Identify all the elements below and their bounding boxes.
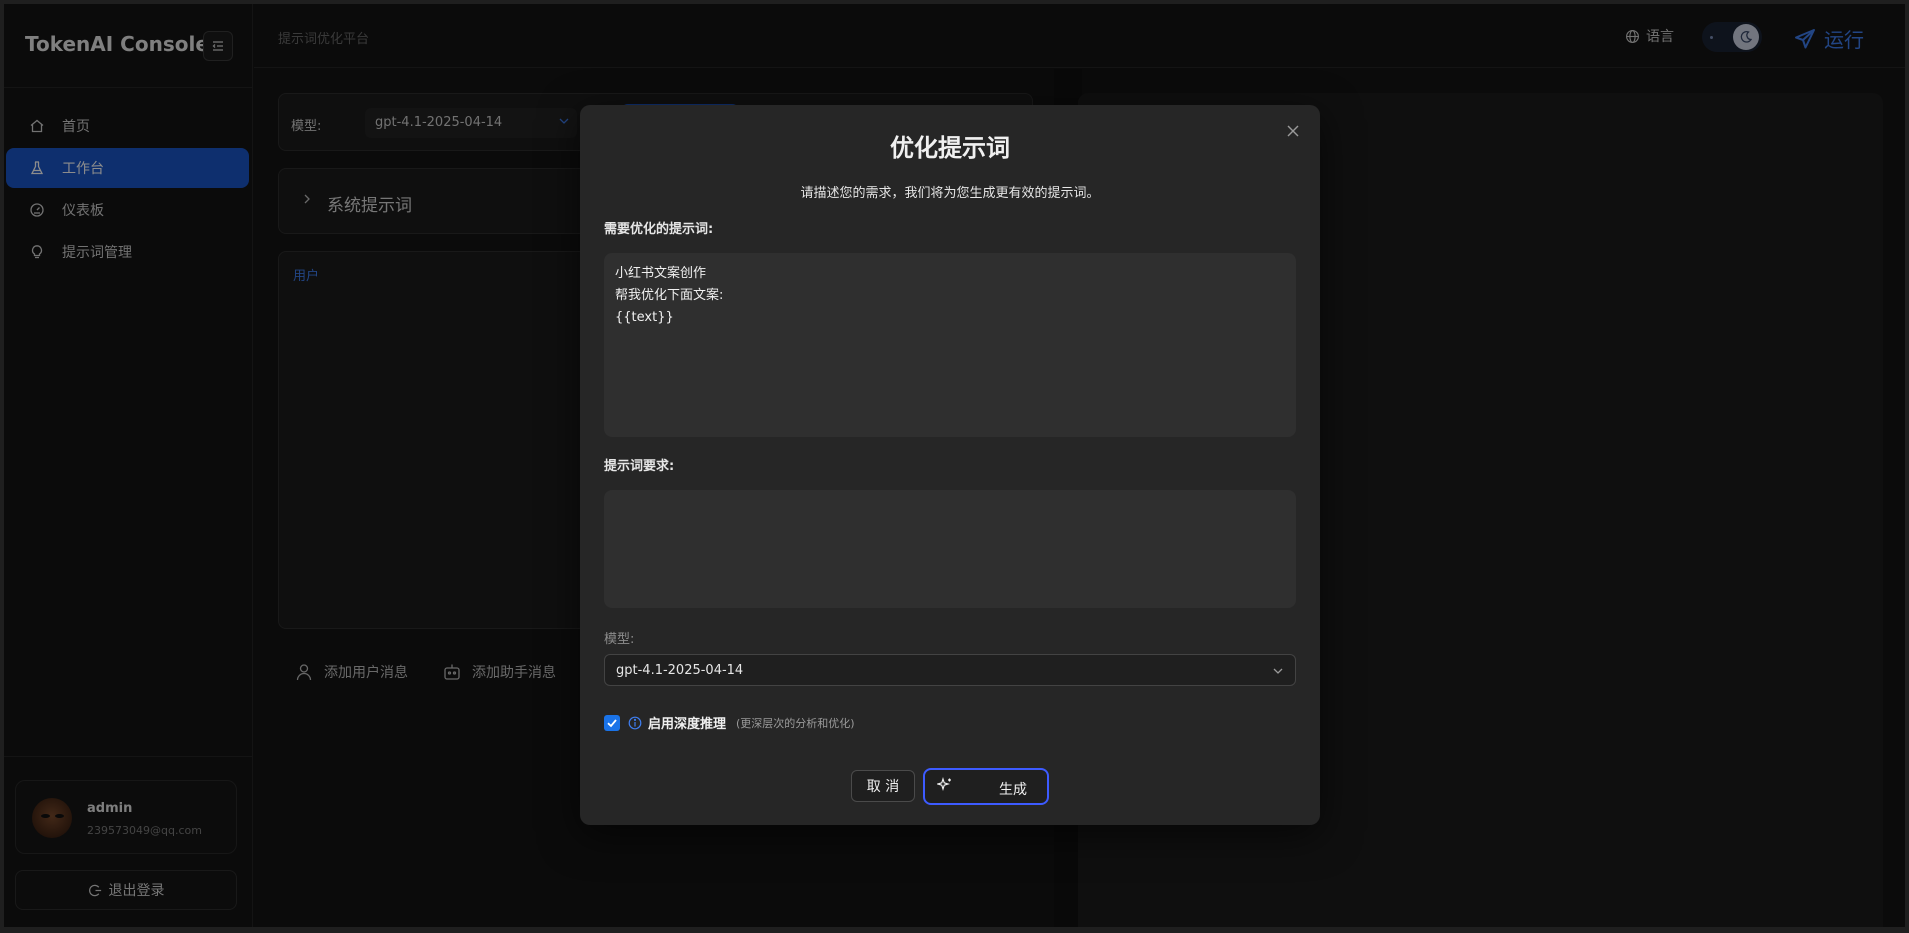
prompt-label: 需要优化的提示词: bbox=[604, 222, 714, 237]
chevron-down-icon bbox=[1273, 668, 1283, 674]
modal-model-label: 模型: bbox=[604, 632, 635, 647]
check-icon bbox=[607, 718, 617, 727]
sparkles-icon bbox=[937, 777, 951, 791]
generate-label: 生成 bbox=[999, 782, 1027, 798]
cancel-button[interactable]: 取 消 bbox=[851, 770, 915, 802]
deep-reasoning-hint: (更深层次的分析和优化) bbox=[736, 716, 855, 730]
deep-reasoning-row: 启用深度推理 (更深层次的分析和优化) bbox=[604, 713, 855, 732]
optimize-prompt-modal: 优化提示词 请描述您的需求，我们将为您生成更有效的提示词。 需要优化的提示词: … bbox=[580, 105, 1320, 825]
deep-reasoning-label: 启用深度推理 bbox=[648, 717, 727, 732]
requirements-textarea[interactable] bbox=[604, 490, 1296, 608]
requirements-label: 提示词要求: bbox=[604, 459, 675, 474]
cancel-label: 取 消 bbox=[866, 779, 900, 795]
modal-title: 优化提示词 bbox=[890, 134, 1010, 162]
modal-model-select[interactable]: gpt-4.1-2025-04-14 bbox=[604, 654, 1296, 686]
deep-reasoning-checkbox[interactable] bbox=[604, 714, 620, 731]
modal-model-value: gpt-4.1-2025-04-14 bbox=[616, 663, 744, 678]
generate-button[interactable]: 生成 bbox=[923, 768, 1049, 805]
prompt-textarea[interactable]: 小红书文案创作 帮我优化下面文案: {{text}} bbox=[604, 253, 1296, 437]
modal-subtitle: 请描述您的需求，我们将为您生成更有效的提示词。 bbox=[800, 186, 1100, 201]
info-icon[interactable] bbox=[628, 716, 642, 730]
